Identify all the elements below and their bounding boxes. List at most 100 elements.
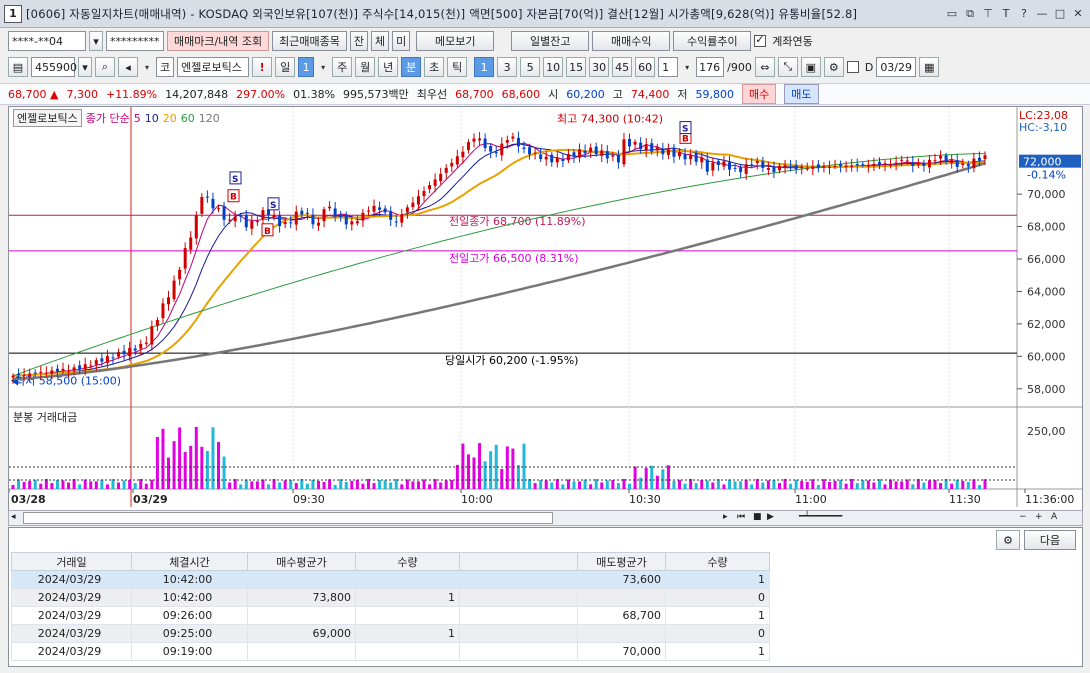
password-field[interactable]: ********* xyxy=(106,31,164,51)
account-link-checkbox[interactable] xyxy=(754,33,767,47)
layout-icon[interactable]: ▤ xyxy=(8,57,28,77)
executed-button[interactable]: 체 xyxy=(371,31,390,51)
maximize-icon[interactable]: □ xyxy=(1052,6,1068,22)
interval-45-button[interactable]: 45 xyxy=(612,57,633,77)
play-icon[interactable]: ▶ xyxy=(767,512,774,522)
date-checkbox[interactable] xyxy=(846,61,859,73)
stock-code-field[interactable]: 455900 xyxy=(31,57,77,77)
daily-balance-button[interactable]: 일별잔고 xyxy=(511,31,590,51)
zoom-out-icon[interactable]: − xyxy=(1019,512,1027,522)
chart-panel[interactable]: 엔젤로보틱스 종가 단순 5 10 20 60 120 전일종가 68,700 … xyxy=(8,106,1083,526)
volume-bar xyxy=(555,479,559,489)
rewind-icon[interactable]: ⏮ xyxy=(737,512,745,522)
volume-bar xyxy=(44,479,48,489)
scroll-right-icon[interactable]: ▸ xyxy=(723,512,728,522)
draw-icon[interactable]: ⤡ xyxy=(777,57,798,77)
volume-bar xyxy=(611,480,615,489)
table-gear-icon[interactable]: ⚙ xyxy=(996,530,1020,550)
table-row[interactable]: 2024/03/29 10:42:00 73,600 1 xyxy=(11,570,770,589)
price-change: 7,300 xyxy=(66,87,98,101)
candle-body xyxy=(344,214,348,225)
table-cell: 73,600 xyxy=(577,570,666,589)
interval-1-button[interactable]: 1 xyxy=(474,57,495,77)
memo-button[interactable]: 메모보기 xyxy=(416,31,495,51)
unexecuted-button[interactable]: 미 xyxy=(392,31,411,51)
candle-body xyxy=(783,165,787,168)
period-week-button[interactable]: 주 xyxy=(332,57,353,77)
period-dropdown-icon[interactable]: ▾ xyxy=(317,63,329,72)
period-minute-button[interactable]: 분 xyxy=(401,57,422,77)
interval-5-button[interactable]: 5 xyxy=(520,57,541,77)
scroll-left-icon[interactable]: ◂ xyxy=(11,512,16,522)
period-tick-button[interactable]: 틱 xyxy=(447,57,468,77)
mark-query-button[interactable]: 매매마크/내역 조회 xyxy=(167,31,270,51)
gear-icon[interactable]: ⚙ xyxy=(823,57,844,77)
buy-button[interactable]: 매수 xyxy=(742,84,777,104)
table-cell: 09:19:00 xyxy=(131,642,248,661)
interval-dropdown-icon[interactable]: ▾ xyxy=(681,63,693,72)
next-button[interactable]: 다음 xyxy=(1024,530,1076,550)
account-field[interactable]: ****-**04 xyxy=(8,31,86,51)
table-row[interactable]: 2024/03/29 09:25:00 69,000 1 0 xyxy=(11,624,770,643)
close-icon[interactable]: ✕ xyxy=(1070,6,1086,22)
bar-count-field[interactable]: 176 xyxy=(696,57,725,77)
auto-icon[interactable]: A xyxy=(1051,512,1057,522)
zoom-slider[interactable]: ━┷━━━━━━ xyxy=(799,512,842,522)
interval-input[interactable]: 1 xyxy=(658,57,679,77)
interval-15-button[interactable]: 15 xyxy=(566,57,587,77)
candle-body xyxy=(150,326,154,345)
calendar-icon[interactable]: ▦ xyxy=(919,57,940,77)
volume-bar xyxy=(666,465,670,489)
candle-body xyxy=(955,160,959,167)
period-day-button[interactable]: 일 xyxy=(275,57,296,77)
sell-button[interactable]: 매도 xyxy=(784,84,819,104)
interval-3-button[interactable]: 3 xyxy=(497,57,518,77)
current-price: 68,700 xyxy=(8,87,47,101)
volume-bar xyxy=(466,454,470,489)
table-cell xyxy=(459,624,578,643)
volume-bar xyxy=(439,482,443,489)
chart-scrollbar[interactable]: ◂ ▸ ⏮ ■ ▶ ━┷━━━━━━ − + A xyxy=(8,510,1083,526)
table-row[interactable]: 2024/03/29 10:42:00 73,800 1 0 xyxy=(11,588,770,607)
candle-body xyxy=(372,205,376,212)
font-icon[interactable]: T xyxy=(998,6,1014,22)
interval-10-button[interactable]: 10 xyxy=(543,57,564,77)
minimize-icon[interactable]: — xyxy=(1034,6,1050,22)
chart-toolbar: ▤ 455900 ▾ ⌕ ◂ ▾ 코 엔젤로보틱스 ! 일 1 ▾ 주 월 년 … xyxy=(0,56,1090,78)
pin-icon[interactable]: ⊤ xyxy=(980,6,996,22)
zoom-in-icon[interactable]: + xyxy=(1035,512,1043,522)
table-cell: 1 xyxy=(665,642,770,661)
fit-icon[interactable]: ⇔ xyxy=(754,57,775,77)
volume-bar xyxy=(450,480,454,489)
search-icon[interactable]: ⌕ xyxy=(95,57,115,77)
candle-body xyxy=(350,221,354,225)
interval-60-button[interactable]: 60 xyxy=(635,57,656,77)
sound-dropdown-icon[interactable]: ▾ xyxy=(141,63,153,72)
interval-30-button[interactable]: 30 xyxy=(589,57,610,77)
recent-trades-button[interactable]: 최근매매종목 xyxy=(272,31,347,51)
period-second-button[interactable]: 초 xyxy=(424,57,445,77)
balance-button[interactable]: 잔 xyxy=(349,31,369,51)
sound-icon[interactable]: ◂ xyxy=(118,57,138,77)
candle-body xyxy=(144,342,148,344)
stock-dropdown-icon[interactable]: ▾ xyxy=(78,57,92,77)
table-row[interactable]: 2024/03/29 09:26:00 68,700 1 xyxy=(11,606,770,625)
period-year-button[interactable]: 년 xyxy=(378,57,399,77)
current-pct-label: -0.14% xyxy=(1027,169,1066,182)
profit-trend-button[interactable]: 수익률추이 xyxy=(673,31,752,51)
period-num-field[interactable]: 1 xyxy=(298,57,315,77)
tile-icon[interactable]: ⧉ xyxy=(962,6,978,22)
account-dropdown-icon[interactable]: ▾ xyxy=(89,31,103,51)
stock-alert-button[interactable]: ! xyxy=(252,57,273,77)
restore-icon[interactable]: ▭ xyxy=(944,6,960,22)
save-icon[interactable]: ▣ xyxy=(800,57,821,77)
table-row[interactable]: 2024/03/29 09:19:00 70,000 1 xyxy=(11,642,770,661)
date-field[interactable]: 03/29 xyxy=(876,57,917,77)
trade-profit-button[interactable]: 매매수익 xyxy=(592,31,671,51)
period-month-button[interactable]: 월 xyxy=(355,57,376,77)
stop-icon[interactable]: ■ xyxy=(753,512,762,522)
scroll-thumb[interactable] xyxy=(23,512,553,524)
price-chart-svg[interactable]: 전일종가 68,700 (11.89%) 전일고가 66,500 (8.31%) 당… xyxy=(9,107,1082,507)
table-cell: 10:42:00 xyxy=(131,588,248,607)
help-icon[interactable]: ? xyxy=(1016,6,1032,22)
